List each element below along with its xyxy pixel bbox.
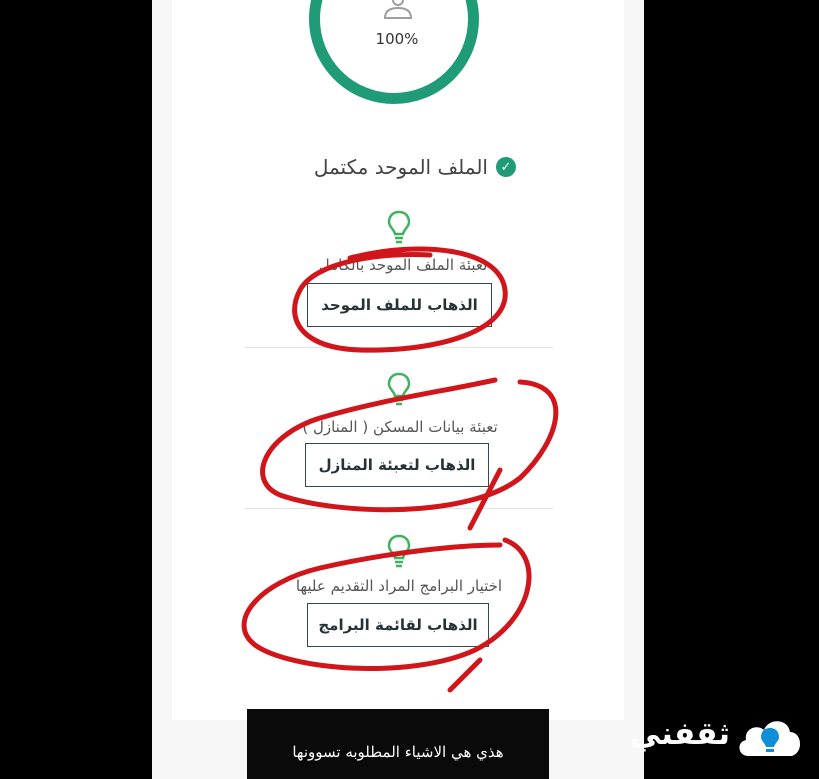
profile-complete-label: الملف الموحد مكتمل (313, 155, 488, 179)
lightbulb-icon (387, 372, 411, 406)
go-to-housing-button[interactable]: الذهاب لتعبئة المنازل (305, 443, 489, 487)
go-to-profile-button[interactable]: الذهاب للملف الموحد (307, 283, 492, 327)
go-to-programs-button[interactable]: الذهاب لقائمة البرامج (307, 603, 489, 647)
section-fill-housing-text: تعبئة بيانات المسكن ( المنازل ) (302, 418, 498, 436)
check-icon: ✓ (496, 157, 516, 177)
watermark-text: ثقفني (629, 716, 730, 752)
section-fill-profile-text: تعبئة الملف الموحد بالكامل (318, 256, 488, 274)
caption-box: هذي هي الاشياء المطلوبه تسوونها (247, 709, 549, 779)
section-divider (245, 508, 553, 509)
section-divider (245, 347, 553, 348)
caption-text: هذي هي الاشياء المطلوبه تسوونها (292, 743, 504, 761)
section-choose-programs-text: اختيار البرامج المراد التقديم عليها (295, 577, 503, 595)
lightbulb-icon (387, 534, 411, 568)
lightbulb-icon (387, 210, 411, 244)
profile-complete-status: ✓ الملف الموحد مكتمل (282, 152, 516, 182)
progress-percent: 100% (375, 30, 419, 48)
watermark-logo: ثقفني (602, 708, 812, 768)
user-icon (383, 0, 413, 19)
cloud-bulb-icon (739, 721, 801, 756)
